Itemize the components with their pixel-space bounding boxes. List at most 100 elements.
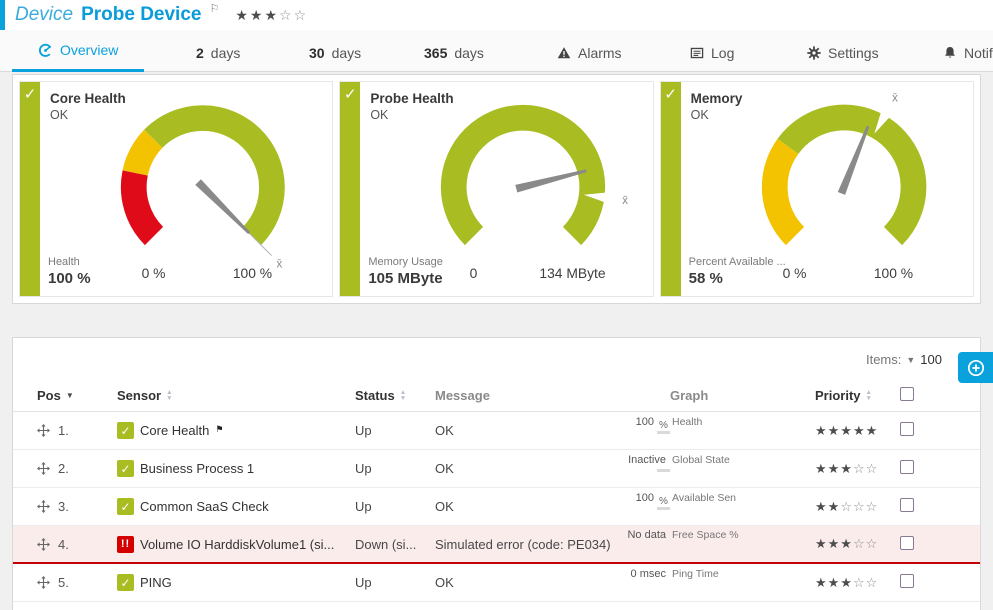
graph-channel-label: Ping Time — [672, 568, 719, 580]
gauge-icon — [38, 43, 53, 58]
tab-bar: Overview 2days 30days 365days Alarms Log Setti… — [0, 30, 993, 72]
tab-label: days — [332, 45, 362, 61]
flag-outline-icon[interactable]: ⚐ — [209, 2, 219, 15]
object-type-label: Device — [15, 4, 73, 26]
sort-desc-icon: ▼ — [66, 391, 74, 400]
sensor-status-bar: ✓ — [661, 82, 681, 296]
sort-both-icon: ▲▼ — [866, 390, 872, 401]
tab-365-days[interactable]: 365days — [416, 36, 492, 72]
gauges-panel: ✓Core HealthOKx̄0 %100 %Health100 %✓Prob… — [12, 74, 981, 304]
priority-stars[interactable]: ★★★☆☆ — [815, 461, 900, 477]
drag-handle[interactable] — [37, 424, 50, 437]
drag-handle[interactable] — [37, 576, 50, 589]
gauge-footer: Percent Available ...58 % — [689, 256, 786, 287]
check-icon: ✓ — [20, 85, 40, 103]
plus-icon — [966, 358, 986, 378]
col-pos[interactable]: Pos▼ — [37, 388, 117, 403]
items-per-page-dropdown[interactable]: Items: ▼ 100 — [13, 338, 980, 380]
col-priority[interactable]: Priority▲▼ — [815, 388, 900, 403]
bell-icon — [943, 46, 957, 60]
gauge-min-tick: 0 — [470, 265, 478, 281]
sensor-name-link[interactable]: Common SaaS Check — [140, 499, 269, 514]
select-all-checkbox[interactable] — [900, 387, 914, 401]
tab-label: Log — [711, 45, 734, 61]
sort-both-icon: ▲▼ — [400, 390, 406, 401]
graph-unit-band: % — [657, 431, 670, 434]
gauge-chart: x̄0134 MByte — [404, 88, 642, 284]
sensor-table-panel: Items: ▼ 100 Pos▼Sensor▲▼Status▲▼Message… — [12, 337, 981, 610]
check-icon: ✓ — [661, 85, 681, 103]
add-object-button[interactable] — [958, 352, 993, 383]
sensor-status: Up — [355, 423, 435, 438]
gauge-card-probe-health[interactable]: ✓Probe HealthOKx̄0134 MByteMemory Usage1… — [339, 81, 653, 297]
graph-value: No data — [627, 529, 666, 541]
table-header-row: Pos▼Sensor▲▼Status▲▼MessageGraphPriority… — [13, 380, 980, 412]
tab-label: Notific — [964, 45, 993, 61]
tab-alarms[interactable]: Alarms — [549, 36, 630, 72]
priority-stars[interactable]: ★★★☆☆ — [815, 575, 900, 591]
page-title[interactable]: Probe Device — [81, 4, 201, 26]
gauge-status: OK — [370, 108, 388, 122]
sensor-name-link[interactable]: Volume IO HarddiskVolume1 (si... — [140, 537, 334, 552]
sensor-name-link[interactable]: PING — [140, 575, 172, 590]
tab-overview[interactable]: Overview — [12, 33, 144, 72]
page-header: Device Probe Device ⚐ ★★★☆☆ — [0, 0, 993, 30]
graph-channel-label: Free Space % — [672, 529, 739, 541]
sensor-error-icon: !! — [117, 536, 134, 553]
tab-settings[interactable]: Settings — [799, 36, 887, 72]
row-checkbox[interactable] — [900, 460, 914, 474]
sensor-ok-icon: ✓ — [117, 574, 134, 591]
sensor-name-link[interactable]: Core Health — [140, 423, 209, 438]
check-icon: ✓ — [340, 85, 360, 103]
gauge-channel-label: Percent Available ... — [689, 256, 786, 268]
drag-handle[interactable] — [37, 462, 50, 475]
sensor-status: Up — [355, 499, 435, 514]
col-message: Message — [435, 388, 670, 403]
gauge-footer: Memory Usage105 MByte — [368, 256, 443, 287]
tab-2-days[interactable]: 2days — [188, 36, 248, 72]
tab-label: Settings — [828, 45, 879, 61]
drag-handle[interactable] — [37, 538, 50, 551]
row-checkbox[interactable] — [900, 498, 914, 512]
svg-text:x̄: x̄ — [623, 193, 629, 207]
sensor-ok-icon: ✓ — [117, 460, 134, 477]
graph-channel-label: Global State — [672, 454, 730, 466]
priority-stars[interactable]: ★★☆☆☆ — [815, 499, 900, 515]
settings-icon — [807, 46, 821, 60]
items-count: 100 — [920, 352, 942, 367]
gauge-max-tick: 100 % — [233, 265, 272, 281]
svg-text:x̄: x̄ — [276, 256, 282, 270]
table-row: 5.✓PINGUpOKPing Time0 msec★★★☆☆ — [13, 564, 980, 602]
row-position: 3. — [58, 499, 69, 514]
row-checkbox[interactable] — [900, 422, 914, 436]
svg-text:x̄: x̄ — [892, 91, 898, 105]
gauge-value: 105 MByte — [368, 270, 443, 287]
gauge-card-core-health[interactable]: ✓Core HealthOKx̄0 %100 %Health100 % — [19, 81, 333, 297]
gauge-status: OK — [691, 108, 709, 122]
gauge-card-memory[interactable]: ✓MemoryOKx̄0 %100 %Percent Available ...… — [660, 81, 974, 297]
priority-stars[interactable]: ★★★★★ — [815, 423, 900, 439]
row-checkbox[interactable] — [900, 536, 914, 550]
sensor-name-link[interactable]: Business Process 1 — [140, 461, 254, 476]
tab-notifications[interactable]: Notific — [935, 36, 993, 72]
col-sensor[interactable]: Sensor▲▼ — [117, 388, 355, 403]
drag-handle[interactable] — [37, 500, 50, 513]
favorite-flag-icon[interactable]: ⚑ — [215, 424, 223, 435]
priority-stars[interactable]: ★★★☆☆ — [815, 536, 900, 552]
table-row: 3.✓Common SaaS CheckUpOKAvailable Sen100… — [13, 488, 980, 526]
items-label: Items: — [866, 352, 901, 367]
chevron-down-icon: ▼ — [906, 355, 915, 365]
row-position: 4. — [58, 537, 69, 552]
table-row: 4.!!Volume IO HarddiskVolume1 (si...Down… — [13, 526, 980, 564]
row-checkbox[interactable] — [900, 574, 914, 588]
gauge-min-tick: 0 % — [142, 265, 166, 281]
tab-log[interactable]: Log — [682, 36, 742, 72]
sensor-status: Up — [355, 575, 435, 590]
table-row: 1.✓Core Health⚑UpOKHealth100%★★★★★ — [13, 412, 980, 450]
sensor-status: Up — [355, 461, 435, 476]
col-status[interactable]: Status▲▼ — [355, 388, 435, 403]
row-position: 2. — [58, 461, 69, 476]
tab-30-days[interactable]: 30days — [301, 36, 369, 72]
sensor-status-bar: ✓ — [20, 82, 40, 296]
device-rating[interactable]: ★★★☆☆ — [235, 7, 308, 24]
